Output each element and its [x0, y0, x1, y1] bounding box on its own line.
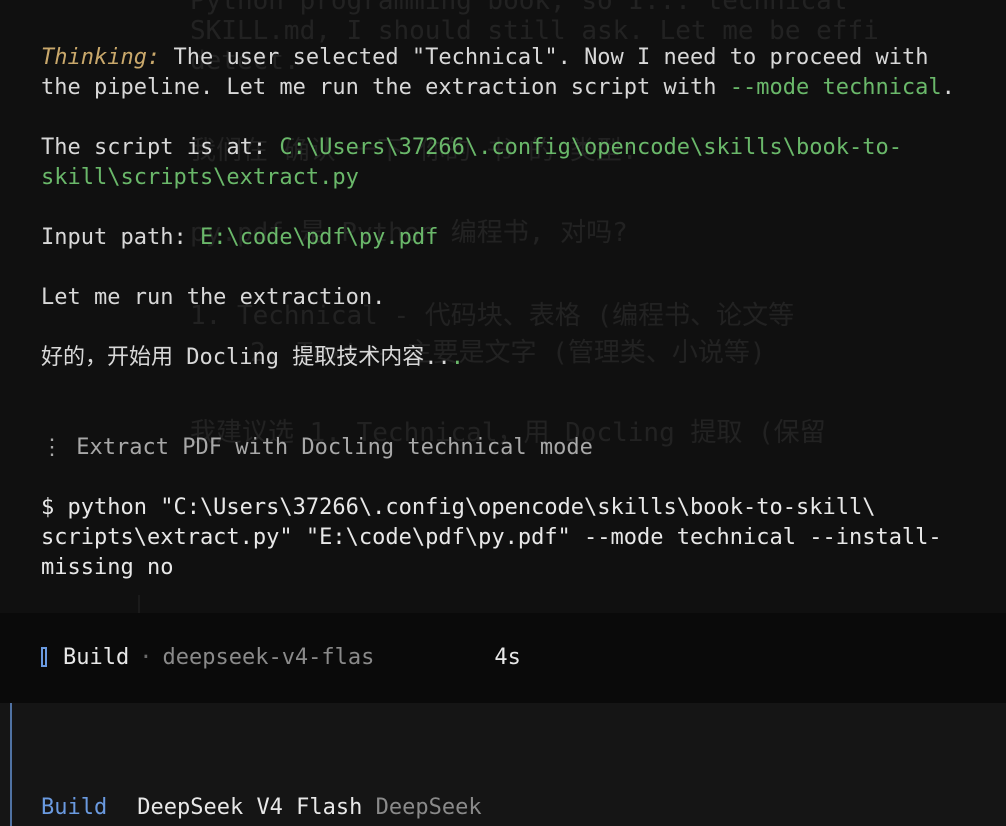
build-icon: [41, 647, 47, 667]
thinking-line-2: the pipeline. Let me run the extraction …: [41, 73, 955, 103]
ghost-line: SKILL.md, I should still ask. Let me be …: [190, 16, 879, 46]
script-path: C:\Users\37266\.config\opencode\skills\b…: [279, 135, 902, 160]
script-path-continued: skill\scripts\extract.py: [41, 165, 359, 190]
run-text: Let me run the extraction.: [41, 285, 386, 310]
build-status-row: Build · deepseek-v4-flas 4s: [41, 643, 521, 673]
reply-text: 好的，开始用 Docling 提取技术内容..: [41, 345, 451, 370]
thinking-text: the pipeline. Let me run the extraction …: [41, 75, 730, 100]
input-path-line: Input path: E:\code\pdf\py.pdf: [41, 223, 438, 253]
input-path: E:\code\pdf\py.pdf: [199, 225, 439, 250]
command-line: scripts\extract.py" "E:\code\pdf\py.pdf"…: [41, 525, 942, 550]
reply-ellipsis: .: [450, 345, 464, 370]
provider-label: DeepSeek: [375, 795, 482, 820]
model-selector[interactable]: DeepSeek V4 Flash: [137, 795, 362, 820]
thinking-line-1: Thinking: The user selected "Technical".…: [41, 43, 928, 73]
tool-title-row[interactable]: ⋮ Extract PDF with Docling technical mod…: [41, 433, 593, 463]
build-model-name: deepseek-v4-flas: [162, 645, 375, 670]
thinking-period: .: [941, 75, 955, 100]
status-separator: ·: [139, 645, 153, 670]
script-label: The script is at:: [41, 135, 280, 160]
command-line: missing no: [41, 555, 174, 580]
prompt-focus-indicator: [10, 703, 12, 826]
command-line: $ python "C:\Users\37266\.config\opencod…: [41, 495, 876, 520]
build-agent-label: Build: [63, 645, 130, 670]
ghost-line: Python programming book, so I... technic…: [190, 0, 848, 16]
thinking-text: The user selected "Technical". Now I nee…: [160, 45, 929, 70]
tool-title: Extract PDF with Docling technical mode: [76, 435, 593, 460]
reply-line: 好的，开始用 Docling 提取技术内容...: [41, 343, 464, 373]
vertical-ellipsis-icon: ⋮: [41, 435, 63, 460]
mode-flag: --mode technical: [729, 75, 942, 100]
thinking-label: Thinking:: [41, 45, 161, 70]
agent-selector[interactable]: Build: [41, 795, 107, 820]
prompt-status-row[interactable]: Build DeepSeek V4 Flash DeepSeek: [41, 793, 482, 823]
input-label: Input path:: [41, 225, 200, 250]
script-location-line: The script is at: C:\Users\37266\.config…: [41, 133, 902, 163]
elapsed-time: 4s: [494, 645, 521, 670]
